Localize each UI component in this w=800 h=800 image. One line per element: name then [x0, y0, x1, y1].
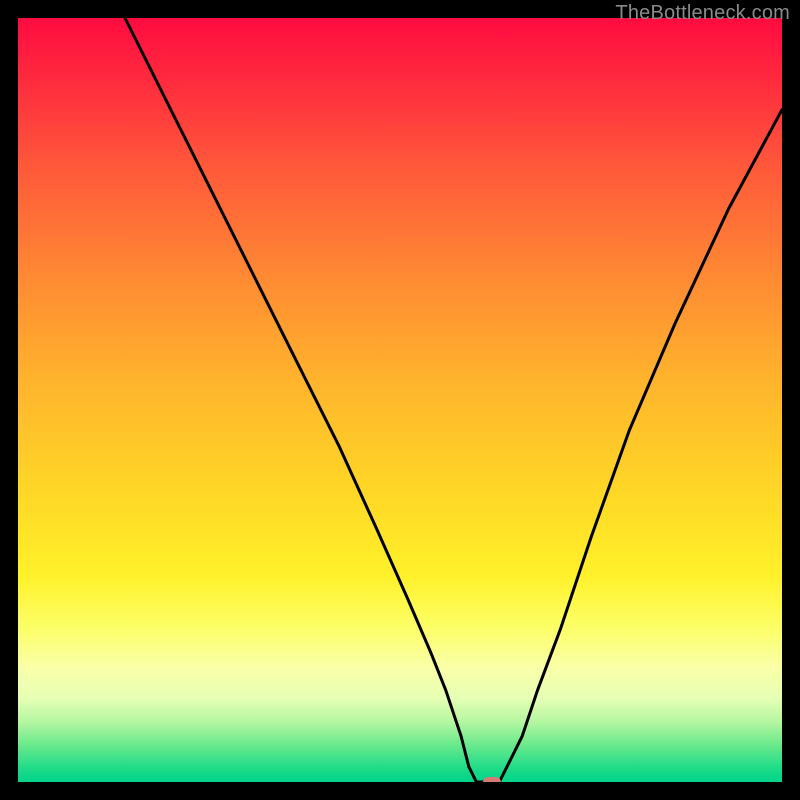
chart-stage: TheBottleneck.com: [0, 0, 800, 800]
plot-area: [18, 18, 782, 782]
curve-layer: [18, 18, 782, 782]
bottleneck-curve: [125, 18, 782, 782]
optimal-point-marker: [483, 777, 501, 782]
